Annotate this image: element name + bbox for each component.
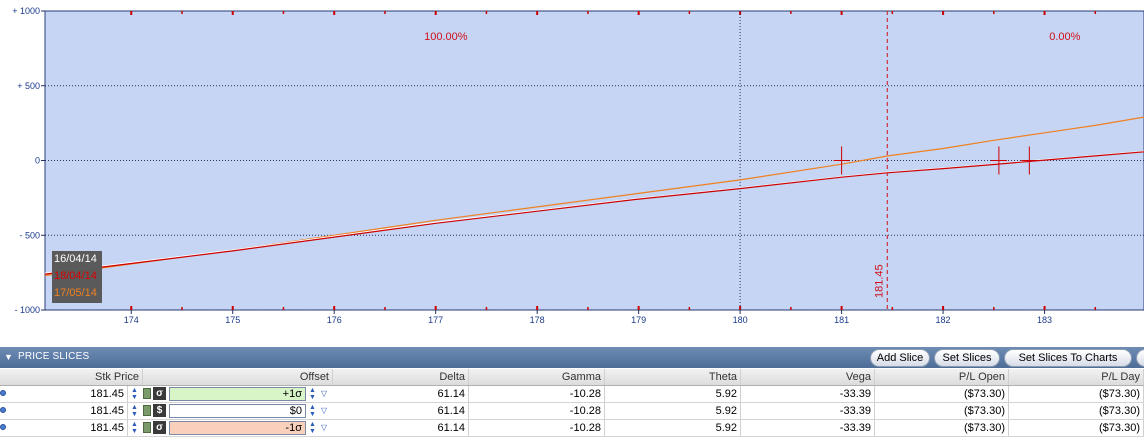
x-tick-label: 175 xyxy=(225,315,240,325)
delta-cell: 61.14 xyxy=(333,420,469,436)
theta-cell: 5.92 xyxy=(605,420,741,436)
offset-field[interactable]: $0 xyxy=(169,404,306,418)
spinner-arrows-icon[interactable]: ▲ ▼ xyxy=(308,404,317,418)
legend-item-3: 17/05/14 xyxy=(54,287,97,299)
col-stk-price: Stk Price xyxy=(8,369,143,385)
table-row[interactable]: 181.45 ▲ ▼ σ -1σ ▲ ▼ ▽ 61.14 -10.28 5.92 -… xyxy=(0,420,1144,437)
row-dot-icon[interactable] xyxy=(0,390,6,396)
dollar-type-icon[interactable]: $ xyxy=(153,404,166,417)
row-dot-icon[interactable] xyxy=(0,407,6,413)
col-delta: Delta xyxy=(333,369,469,385)
col-gamma: Gamma xyxy=(469,369,605,385)
x-tick-label: 180 xyxy=(733,315,748,325)
col-pl-open: P/L Open xyxy=(875,369,1009,385)
spinner-arrows-icon[interactable]: ▲ ▼ xyxy=(308,421,317,435)
stk-price-cell[interactable]: 181.45 xyxy=(8,386,128,402)
x-tick-label: 181 xyxy=(834,315,849,325)
y-tick-label: - 500 xyxy=(19,230,40,240)
lock-icon[interactable] xyxy=(143,422,151,433)
gamma-cell: -10.28 xyxy=(469,403,605,419)
legend-item-2: 18/04/14 xyxy=(54,270,97,282)
spinner-arrows-icon[interactable]: ▲ ▼ xyxy=(308,387,317,401)
x-tick-label: 178 xyxy=(530,315,545,325)
more-button[interactable] xyxy=(1136,349,1144,367)
y-tick-label: + 1000 xyxy=(12,6,40,16)
set-slices-to-charts-button[interactable]: Set Slices To Charts xyxy=(1004,349,1132,367)
spinner-arrows-icon[interactable]: ▲ ▼ xyxy=(130,404,139,418)
pl-day-cell: ($73.30) xyxy=(1009,420,1144,436)
x-tick-label: 183 xyxy=(1037,315,1052,325)
pl-day-cell: ($73.30) xyxy=(1009,403,1144,419)
pl-day-cell: ($73.30) xyxy=(1009,386,1144,402)
dropdown-arrow-icon[interactable]: ▽ xyxy=(319,405,329,416)
offset-field[interactable]: +1σ xyxy=(169,387,306,401)
y-tick-label: + 500 xyxy=(17,81,40,91)
probability-label: 0.00% xyxy=(1049,31,1080,43)
vega-cell: -33.39 xyxy=(741,403,875,419)
spinner-arrows-icon[interactable]: ▲ ▼ xyxy=(130,421,139,435)
table-row[interactable]: 181.45 ▲ ▼ σ +1σ ▲ ▼ ▽ 61.14 -10.28 5.92 -… xyxy=(0,386,1144,403)
dropdown-arrow-icon[interactable]: ▽ xyxy=(319,388,329,399)
sigma-type-icon[interactable]: σ xyxy=(153,421,166,434)
legend-item-1: 16/04/14 xyxy=(54,253,97,265)
theta-cell: 5.92 xyxy=(605,403,741,419)
delta-cell: 61.14 xyxy=(333,386,469,402)
x-tick-label: 182 xyxy=(936,315,951,325)
collapse-arrow-icon[interactable]: ▼ xyxy=(4,352,13,362)
y-tick-label: 0 xyxy=(35,156,40,166)
gamma-cell: -10.28 xyxy=(469,420,605,436)
price-slices-panel: ▼ PRICE SLICES Add Slice Set Slices Set … xyxy=(0,347,1144,437)
x-tick-label: 174 xyxy=(124,315,139,325)
col-offset: Offset xyxy=(143,369,333,385)
chart-legend: 16/04/14 18/04/14 17/05/14 xyxy=(52,251,102,303)
sigma-type-icon[interactable]: σ xyxy=(153,387,166,400)
col-vega: Vega xyxy=(741,369,875,385)
delta-cell: 61.14 xyxy=(333,403,469,419)
col-pl-day: P/L Day xyxy=(1009,369,1144,385)
col-theta: Theta xyxy=(605,369,741,385)
x-tick-label: 176 xyxy=(327,315,342,325)
spinner-arrows-icon[interactable]: ▲ ▼ xyxy=(130,387,139,401)
current-price-label: 181.45 xyxy=(873,264,885,298)
pl-open-cell: ($73.30) xyxy=(875,420,1009,436)
theta-cell: 5.92 xyxy=(605,386,741,402)
lock-icon[interactable] xyxy=(143,405,151,416)
offset-field[interactable]: -1σ xyxy=(169,421,306,435)
probability-label: 100.00% xyxy=(424,31,468,43)
vega-cell: -33.39 xyxy=(741,386,875,402)
x-tick-label: 179 xyxy=(631,315,646,325)
price-slices-header: ▼ PRICE SLICES Add Slice Set Slices Set … xyxy=(0,347,1144,368)
set-slices-button[interactable]: Set Slices xyxy=(934,349,1000,367)
x-tick-label: 177 xyxy=(428,315,443,325)
chart-svg: + 1000 + 500 0 - 500 - 1000 174 175 176 177 178 17… xyxy=(12,6,1144,325)
stk-price-cell[interactable]: 181.45 xyxy=(8,420,128,436)
gamma-cell: -10.28 xyxy=(469,386,605,402)
pl-open-cell: ($73.30) xyxy=(875,403,1009,419)
vega-cell: -33.39 xyxy=(741,420,875,436)
pl-open-cell: ($73.30) xyxy=(875,386,1009,402)
table-row[interactable]: 181.45 ▲ ▼ $ $0 ▲ ▼ ▽ 61.14 -10.28 5.92 -3… xyxy=(0,403,1144,420)
row-dot-icon[interactable] xyxy=(0,424,6,430)
stk-price-cell[interactable]: 181.45 xyxy=(8,403,128,419)
lock-icon[interactable] xyxy=(143,388,151,399)
y-tick-label: - 1000 xyxy=(14,305,40,315)
add-slice-button[interactable]: Add Slice xyxy=(870,349,930,367)
panel-title: PRICE SLICES xyxy=(18,351,90,362)
table-header-row: Stk Price Offset Delta Gamma Theta Vega … xyxy=(0,369,1144,386)
dropdown-arrow-icon[interactable]: ▽ xyxy=(319,422,329,433)
risk-profile-chart[interactable]: + 1000 + 500 0 - 500 - 1000 174 175 176 177 178 17… xyxy=(0,0,1144,345)
